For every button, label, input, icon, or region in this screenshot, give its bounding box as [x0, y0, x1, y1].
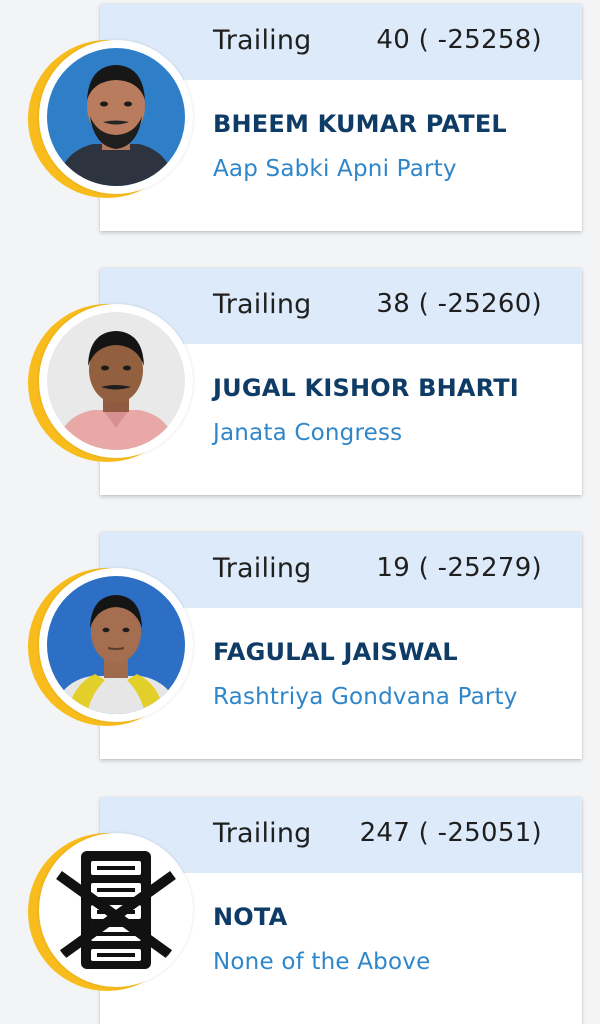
status-label: Trailing [213, 553, 312, 584]
candidate-photo-icon [47, 312, 185, 450]
status-label: Trailing [213, 289, 312, 320]
candidate-photo-icon [47, 48, 185, 186]
status-label: Trailing [213, 818, 312, 849]
candidate-name: FAGULAL JAISWAL [213, 638, 458, 666]
avatar [28, 40, 193, 198]
candidate-name: JUGAL KISHOR BHARTI [213, 374, 519, 402]
avatar [28, 304, 193, 462]
candidate-name: BHEEM KUMAR PATEL [213, 110, 507, 138]
avatar [28, 568, 193, 726]
vote-count: 38 ( -25260) [376, 289, 542, 319]
vote-count: 40 ( -25258) [376, 25, 542, 55]
party-name: Aap Sabki Apni Party [213, 156, 457, 182]
nota-symbol-icon [47, 841, 185, 979]
party-name: Janata Congress [213, 420, 403, 446]
avatar [28, 833, 193, 991]
candidate-results-list: Trailing 40 ( -25258) BHEEM KUMAR PATEL … [0, 0, 600, 1024]
candidate-photo-icon [47, 576, 185, 714]
vote-count: 19 ( -25279) [376, 553, 542, 583]
party-name: None of the Above [213, 949, 431, 975]
status-label: Trailing [213, 25, 312, 56]
party-name: Rashtriya Gondvana Party [213, 684, 518, 710]
vote-count: 247 ( -25051) [359, 818, 542, 848]
candidate-name: NOTA [213, 903, 288, 931]
